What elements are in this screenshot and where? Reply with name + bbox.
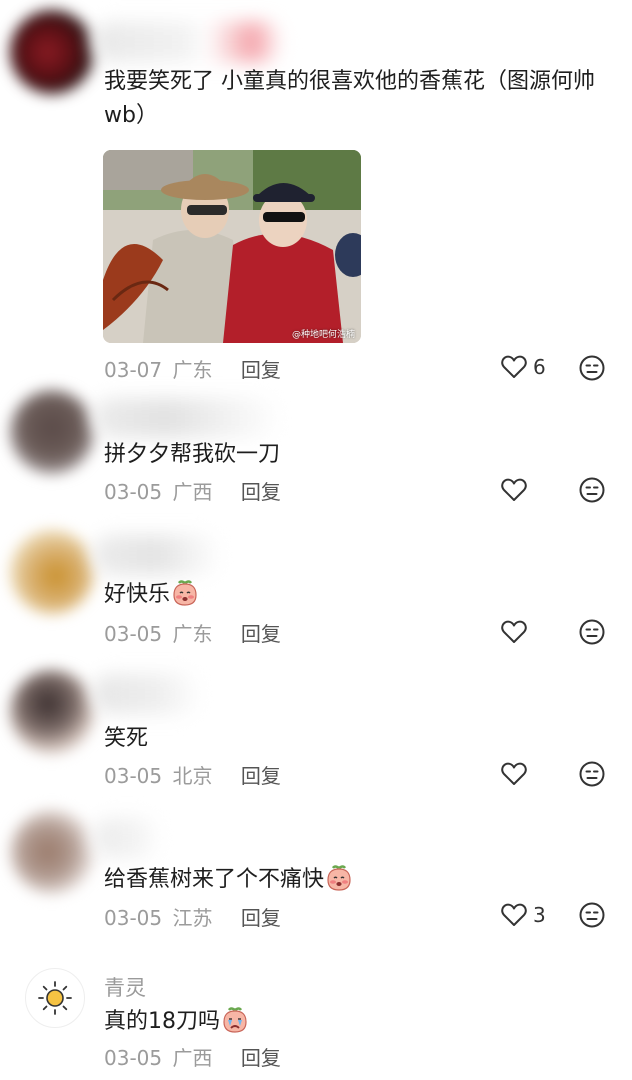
comment-location: 江苏 [172,906,213,930]
username-blurred[interactable] [92,818,162,858]
comment-text: 真的18刀吗 [104,1005,616,1039]
user-avatar[interactable] [10,390,94,474]
photo-illustration [103,150,361,343]
comment-text: 我要笑死了 小童真的很喜欢他的香蕉花（图源何帅wb） [104,65,616,133]
comment-text-content: 拼夕夕帮我砍一刀 [104,442,281,467]
neutral-face-icon[interactable] [579,761,605,787]
user-avatar[interactable] [25,968,85,1028]
comment-text-content: 笑死 [104,726,149,751]
comment-text-content: 我要笑死了 小童真的很喜欢他的香蕉花（图源何帅wb） [104,69,595,128]
reply-button[interactable]: 回复 [241,358,281,382]
heart-outline-icon [501,620,527,643]
neutral-face-icon[interactable] [579,477,605,503]
heart-outline-icon [501,355,527,378]
reply-button[interactable]: 回复 [241,906,281,930]
like-button[interactable] [501,762,533,786]
comment-location: 广东 [172,622,213,646]
comment-text: 给香蕉树来了个不痛快 [104,863,616,897]
comment-1: 我要笑死了 小童真的很喜欢他的香蕉花（图源何帅wb） @种地吧何浩楠 03-07… [0,0,632,390]
username-blurred[interactable] [92,674,202,714]
comment-date: 03-05 [104,906,163,930]
comment-date: 03-05 [104,622,163,646]
neutral-face-icon[interactable] [579,902,605,928]
comment-meta: 03-05 广西 回复 [104,476,281,505]
comment-text-content: 给香蕉树来了个不痛快 [104,867,325,892]
reply-button[interactable]: 回复 [241,1046,281,1070]
username-blurred[interactable] [92,22,282,62]
comment-4: 笑死 03-05 北京 回复 [0,660,632,800]
like-button[interactable] [501,478,533,502]
comment-text: 拼夕夕帮我砍一刀 [104,438,616,472]
comment-date: 03-05 [104,764,163,788]
user-avatar[interactable] [10,10,94,94]
comment-date: 03-07 [104,358,163,382]
comment-meta: 03-05 北京 回复 [104,760,281,789]
comment-text-content: 好快乐 [104,582,171,607]
username-blurred[interactable] [92,398,282,438]
like-button[interactable]: 6 [501,355,546,379]
image-watermark: @种地吧何浩楠 [291,330,355,340]
heart-outline-icon [501,903,527,926]
username[interactable]: 青灵 [104,972,146,1002]
heart-outline-icon [501,478,527,501]
neutral-face-icon[interactable] [579,619,605,645]
comment-location: 广西 [172,480,213,504]
comment-meta: 03-05 江苏 回复 [104,902,281,931]
comment-location: 北京 [172,764,213,788]
comment-2: 拼夕夕帮我砍一刀 03-05 广西 回复 [0,390,632,520]
comment-image[interactable]: @种地吧何浩楠 [103,150,361,343]
blushing-peach-emoji [173,580,197,606]
comment-text: 好快乐 [104,578,616,612]
heart-outline-icon [501,762,527,785]
crying-peach-emoji [223,1007,247,1033]
reply-button[interactable]: 回复 [241,622,281,646]
sun-icon [38,981,72,1015]
like-count: 6 [533,355,546,379]
reply-button[interactable]: 回复 [241,764,281,788]
comment-date: 03-05 [104,480,163,504]
comment-date: 03-05 [104,1046,163,1070]
comment-text: 笑死 [104,722,616,756]
comment-5: 给香蕉树来了个不痛快 03-05 江苏 回复 3 [0,800,632,950]
comment-location: 广西 [172,1046,213,1070]
comment-location: 广东 [172,358,213,382]
comment-text-content: 真的18刀吗 [104,1009,220,1034]
comment-meta: 03-05 广西 回复 [104,1042,281,1071]
comment-meta: 03-07 广东 回复 [104,354,281,383]
comment-6: 青灵 真的18刀吗 03-05 广西 回复 [0,950,632,1080]
user-avatar[interactable] [10,530,94,614]
comment-meta: 03-05 广东 回复 [104,618,281,647]
user-avatar[interactable] [10,670,94,754]
blushing-peach-emoji [327,865,351,891]
neutral-face-icon[interactable] [579,355,605,381]
comment-3: 好快乐 03-05 广东 回复 [0,520,632,660]
reply-button[interactable]: 回复 [241,480,281,504]
user-avatar[interactable] [10,810,94,894]
like-button[interactable]: 3 [501,903,546,927]
like-count: 3 [533,903,546,927]
username-blurred[interactable] [92,535,222,575]
like-button[interactable] [501,620,533,644]
